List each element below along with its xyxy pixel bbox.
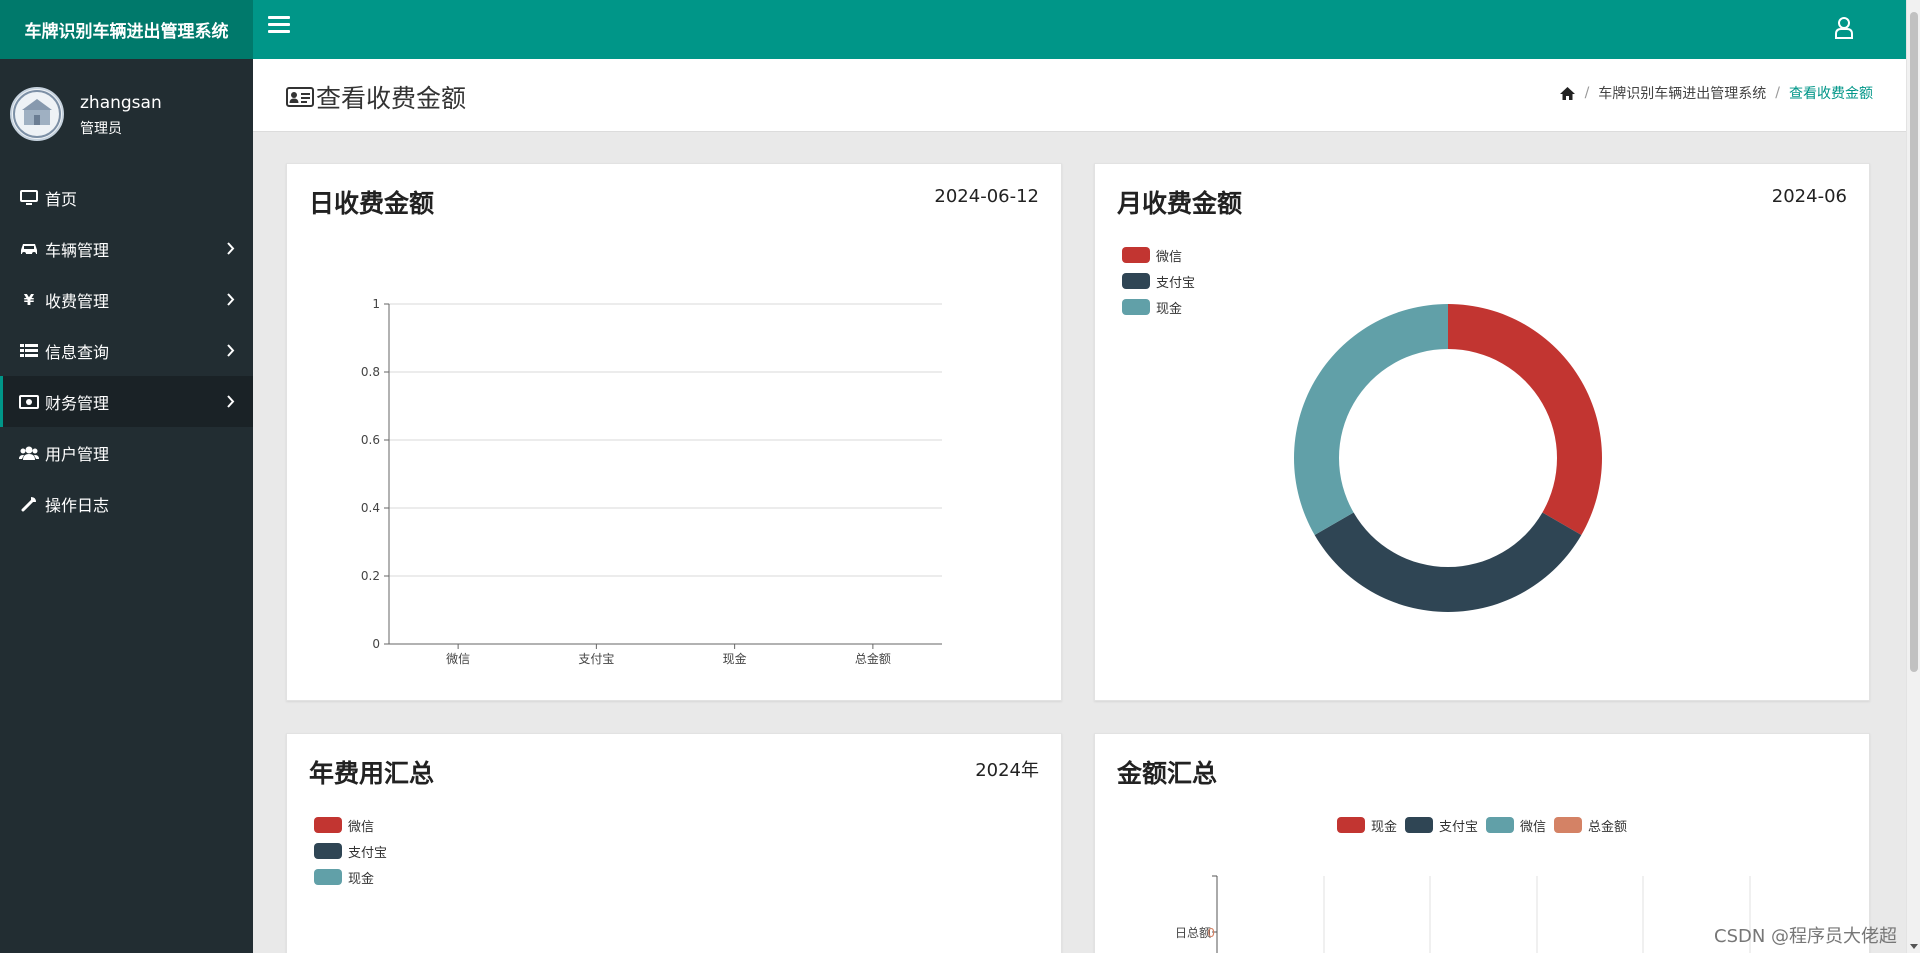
chevron-right-icon	[227, 293, 235, 306]
legend-item-cash[interactable]: 现金	[314, 864, 387, 890]
user-name: zhangsan	[80, 93, 162, 113]
sidebar-item-label: 车辆管理	[45, 240, 110, 260]
users-icon	[18, 444, 40, 462]
page-scrollbar[interactable]	[1906, 0, 1920, 953]
y-tick-label: 1	[372, 297, 380, 311]
sidebar-item-users[interactable]: 用户管理	[0, 427, 253, 478]
y-tick-label: 0.6	[361, 433, 380, 447]
menu-toggle-icon[interactable]	[268, 16, 290, 36]
user-icon[interactable]	[1833, 16, 1855, 40]
pie-slice	[1294, 304, 1448, 535]
chevron-right-icon	[227, 344, 235, 357]
sidebar-item-label: 用户管理	[45, 444, 110, 464]
car-icon	[18, 240, 40, 258]
sidebar-item-finance[interactable]: 财务管理	[0, 376, 253, 427]
user-panel: zhangsan 管理员	[0, 59, 253, 172]
content-header: 查看收费金额 / 车牌识别车辆进出管理系统 / 查看收费金额	[253, 59, 1906, 132]
pie-slice	[1314, 512, 1582, 612]
sidebar-item-vehicle[interactable]: 车辆管理	[0, 223, 253, 274]
x-tick-label: 微信	[446, 652, 470, 666]
breadcrumb-link-system[interactable]: 车牌识别车辆进出管理系统	[1598, 83, 1766, 103]
sidebar-item-label: 收费管理	[45, 291, 110, 311]
sidebar-item-charge[interactable]: ¥ 收费管理	[0, 274, 253, 325]
y-tick-label: 日总额	[1175, 926, 1211, 940]
monthly-fee-card: 月收费金额 2024-06 微信 支付宝 现金	[1094, 163, 1870, 701]
yearly-fee-card: 年费用汇总 2024年 微信 支付宝 现金	[286, 733, 1062, 953]
monthly-donut-chart	[1294, 304, 1602, 612]
list-icon	[18, 342, 40, 360]
sidebar-item-logs[interactable]: 操作日志	[0, 478, 253, 529]
card-date: 2024年	[975, 760, 1039, 781]
top-navbar: 车牌识别车辆进出管理系统	[0, 0, 1920, 59]
x-tick-label: 现金	[723, 651, 747, 666]
monitor-icon	[18, 189, 40, 207]
chevron-right-icon	[227, 395, 235, 408]
user-role: 管理员	[80, 121, 122, 137]
sidebar-item-query[interactable]: 信息查询	[0, 325, 253, 376]
data-label: 0	[1207, 926, 1215, 940]
y-tick-label: 0.8	[361, 365, 380, 379]
breadcrumb-current: 查看收费金额	[1789, 86, 1873, 102]
amount-summary-card: 金额汇总 现金 支付宝 微信 总金额 日总额 0	[1094, 733, 1870, 953]
sidebar-item-label: 信息查询	[45, 342, 110, 362]
sidebar-item-home[interactable]: 首页	[0, 172, 253, 223]
page-title: 查看收费金额	[316, 84, 467, 113]
y-tick-label: 0	[372, 637, 380, 651]
id-card-icon	[286, 87, 314, 107]
chevron-right-icon	[227, 242, 235, 255]
money-icon	[18, 393, 40, 411]
legend-item-alipay[interactable]: 支付宝	[314, 838, 387, 864]
sidebar-item-label: 操作日志	[45, 495, 110, 515]
x-tick-label: 支付宝	[578, 652, 614, 666]
chart-legend: 微信 支付宝 现金	[314, 812, 387, 890]
y-tick-label: 0.4	[361, 501, 380, 515]
summary-bar-chart: 日总额0	[1175, 875, 1751, 953]
scrollbar-thumb[interactable]	[1910, 12, 1918, 672]
daily-fee-card: 日收费金额 2024-06-12 0 0.2 0.4 0.6 0.8 1 微信 支付宝 现金 总金…	[286, 163, 1062, 701]
watermark: CSDN @程序员大佬超	[1714, 926, 1898, 947]
y-tick-label: 0.2	[361, 569, 380, 583]
app-brand[interactable]: 车牌识别车辆进出管理系统	[0, 0, 253, 59]
x-tick-label: 总金额	[855, 651, 891, 666]
pie-slice	[1448, 304, 1602, 535]
wrench-icon	[18, 495, 40, 513]
legend-item-wechat[interactable]: 微信	[314, 812, 387, 838]
home-icon[interactable]	[1559, 86, 1576, 101]
scroll-down-arrow-icon[interactable]	[1910, 944, 1918, 949]
daily-bar-chart: 0 0.2 0.4 0.6 0.8 1 微信 支付宝 现金 总金额	[361, 297, 942, 666]
avatar	[10, 87, 64, 141]
card-title: 年费用汇总	[309, 759, 435, 788]
sidebar-item-label: 财务管理	[45, 393, 110, 413]
yen-icon: ¥	[23, 290, 35, 309]
sidebar-item-label: 首页	[45, 189, 78, 209]
breadcrumb: / 车牌识别车辆进出管理系统 / 查看收费金额	[1559, 83, 1873, 103]
sidebar: zhangsan 管理员 首页 车辆管理 ¥ 收费管理 信息查询 财务管理 用户…	[0, 59, 253, 953]
